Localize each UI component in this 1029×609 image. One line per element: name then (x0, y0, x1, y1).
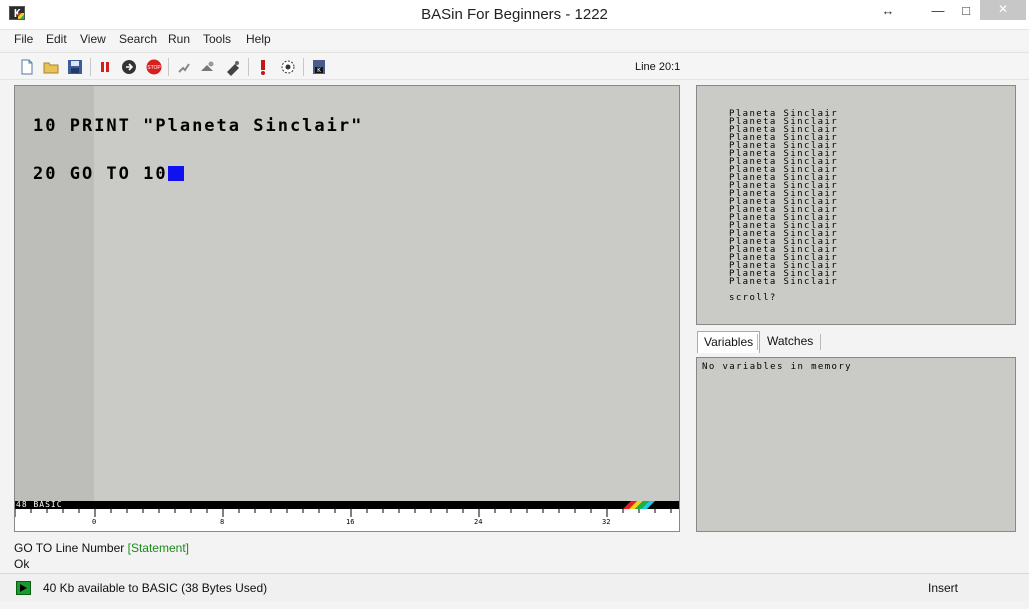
pause-icon[interactable] (96, 58, 114, 76)
spectrum-display[interactable]: Planeta Sinclair Planeta Sinclair Planeta … (696, 85, 1016, 325)
svg-text:K: K (317, 67, 321, 74)
close-button[interactable]: ✕ (980, 0, 1026, 20)
text-cursor (167, 166, 184, 181)
column-ruler: 0 8 16 24 32 (15, 509, 679, 531)
line-statement: GO TO 10 (57, 164, 168, 184)
menu-bar: File Edit View Search Run Tools Help (0, 30, 1029, 50)
continue-icon[interactable] (120, 58, 138, 76)
breakpoint-icon[interactable] (254, 58, 272, 76)
result-message: Ok (14, 557, 30, 571)
spectrum-icon[interactable]: K (310, 58, 328, 76)
resize-icon[interactable]: ↔ (873, 0, 903, 22)
code-area[interactable]: 10 PRINT "Planeta Sinclair" 20 GO TO 10 (33, 86, 363, 214)
code-line[interactable]: 20 GO TO 10 (33, 164, 363, 184)
variables-empty-message: No variables in memory (702, 362, 853, 372)
basic-mode-label: 48 BASIC (16, 500, 63, 509)
line-position-indicator: Line 20:1 (635, 61, 681, 73)
ruler-tick-label: 32 (602, 518, 611, 526)
scroll-prompt: scroll? (729, 293, 777, 303)
svg-text:STOP: STOP (147, 65, 161, 71)
basic-editor[interactable]: 10 PRINT "Planeta Sinclair" 20 GO TO 10 … (14, 85, 680, 532)
maximize-button[interactable]: □ (951, 0, 981, 22)
variables-panel[interactable]: No variables in memory (696, 357, 1016, 532)
tab-separator (820, 334, 821, 350)
command-kind: [Statement] (127, 541, 189, 555)
ruler-tick-label: 16 (346, 518, 355, 526)
toolbar-separator (168, 58, 169, 76)
trace-icon[interactable] (199, 58, 217, 76)
display-line: Planeta Sinclair (729, 277, 839, 287)
open-folder-icon[interactable] (42, 58, 60, 76)
menu-edit[interactable]: Edit (46, 32, 67, 46)
step-icon[interactable] (175, 58, 193, 76)
code-line[interactable]: 10 PRINT "Planeta Sinclair" (33, 116, 364, 136)
tab-variables[interactable]: Variables (697, 331, 761, 353)
insert-mode-status: Insert (928, 581, 959, 595)
toolbar: STOP K Line 20:1 (0, 52, 1029, 80)
menu-search[interactable]: Search (119, 32, 157, 46)
watch-icon[interactable] (224, 58, 242, 76)
ruler-tick-label: 0 (92, 518, 97, 526)
line-number: 10 (33, 116, 58, 136)
title-bar: K BASin For Beginners - 1222 ↔ — □ ✕ (0, 0, 1029, 30)
ruler-tick-label: 24 (474, 518, 483, 526)
status-bar: 40 Kb available to BASIC (38 Bytes Used)… (0, 573, 1029, 601)
memory-status: 40 Kb available to BASIC (38 Bytes Used) (43, 581, 268, 595)
menu-view[interactable]: View (80, 32, 106, 46)
toolbar-separator (303, 58, 304, 76)
spectrum-rainbow-logo (623, 501, 655, 509)
display-output: Planeta Sinclair Planeta Sinclair Planeta … (729, 110, 839, 287)
menu-file[interactable]: File (14, 32, 33, 46)
line-number: 20 (33, 164, 58, 184)
ruler-tick-label: 8 (220, 518, 225, 526)
menu-help[interactable]: Help (246, 32, 271, 46)
settings-icon[interactable] (279, 58, 297, 76)
memory-play-icon (16, 581, 31, 595)
menu-tools[interactable]: Tools (203, 32, 231, 46)
menu-run[interactable]: Run (168, 32, 190, 46)
command-help: GO TO Line Number [Statement] (14, 541, 189, 555)
new-file-icon[interactable] (18, 58, 36, 76)
stop-icon[interactable]: STOP (145, 58, 163, 76)
minimize-button[interactable]: — (923, 0, 953, 22)
zx-status-strip: 48 BASIC (15, 500, 679, 509)
tab-watches[interactable]: Watches (761, 331, 819, 353)
command-help-text: GO TO Line Number (14, 541, 125, 555)
save-disk-icon[interactable] (66, 58, 84, 76)
close-icon: ✕ (998, 2, 1009, 16)
toolbar-separator (90, 58, 91, 76)
toolbar-separator (248, 58, 249, 76)
tab-separator (757, 334, 758, 350)
line-statement: PRINT "Planeta Sinclair" (57, 116, 364, 136)
